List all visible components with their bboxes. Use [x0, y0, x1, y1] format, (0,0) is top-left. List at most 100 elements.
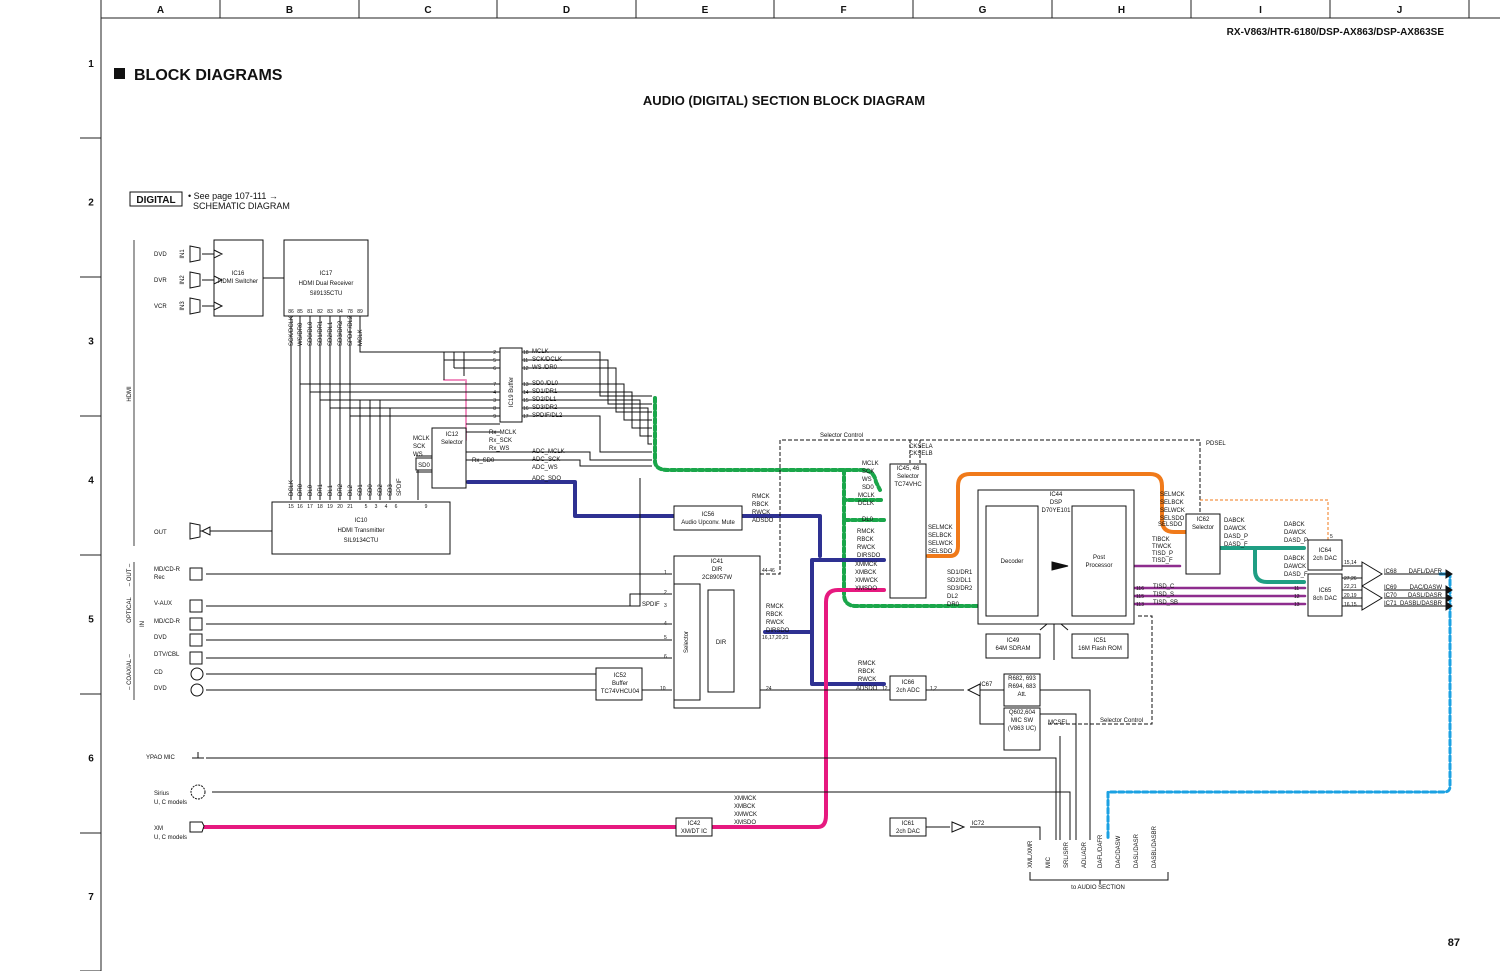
- ic17-pin-signal: SD1/DR1: [318, 320, 324, 346]
- dac-pin-num: 16,15: [1344, 602, 1357, 608]
- ic64-in-signal: DASD_P: [1284, 538, 1308, 544]
- bottom-signal: DASBL/DASBR: [1152, 825, 1158, 868]
- ic10-pin-signal: SD3: [388, 484, 394, 496]
- ic12-in-signal: MCLK: [413, 436, 430, 442]
- ic51-label: 16M Flash ROM: [1078, 646, 1122, 652]
- ic62-in-signal: SELWCK: [1160, 508, 1185, 514]
- bottom-signal: SRL/SRR: [1064, 841, 1070, 868]
- ic67-tri: [966, 683, 981, 697]
- grid-col-label: I: [1259, 5, 1262, 16]
- coax-cd-connector: [190, 667, 204, 681]
- ic12-out-signal: Rx_MCLK: [489, 430, 516, 436]
- ic56-box: [673, 505, 743, 531]
- hdmi-in1-connector: [189, 245, 201, 263]
- ic56-adsdo: ADSDO: [752, 518, 774, 524]
- ic66-pin: 1,2: [930, 686, 937, 692]
- pdsel-label: PDSEL: [1206, 441, 1226, 447]
- grid-row-label: 4: [88, 476, 94, 487]
- dsp-out-bot: TISD_C: [1153, 584, 1175, 590]
- ic19-out-signal: SD3/DR2: [532, 405, 558, 411]
- grid-col-label: D: [563, 5, 570, 16]
- ic45-in-xm: XMBCK: [855, 570, 876, 576]
- ic62-out-signal: DASD_F: [1224, 542, 1248, 548]
- optical-label: DTV/CBL: [154, 652, 180, 658]
- ic19-in-num: 6: [493, 366, 496, 372]
- ic66-pin2: 12: [882, 686, 888, 692]
- page-number: 87: [1448, 937, 1460, 949]
- ic19-in-num: 9: [493, 414, 496, 420]
- ic10-pin-signal: SD2: [378, 484, 384, 496]
- ic10-pin-num: 9: [425, 504, 428, 510]
- dac-pin-num: 27,26: [1344, 576, 1357, 582]
- ic45-label: IC45, 46: [897, 466, 920, 472]
- ic62-out-signal: DASD_P: [1224, 534, 1248, 540]
- ic10-label: IC10: [355, 518, 368, 524]
- ic41-out-signal: RBCK: [766, 612, 783, 618]
- ic17-label: HDMI Dual Receiver: [299, 281, 354, 287]
- ic62-box: [1185, 513, 1221, 575]
- bottom-signal: DAC/DASW: [1116, 835, 1122, 868]
- ic67-label: IC67: [980, 682, 993, 688]
- bottom-signal: MIC: [1046, 856, 1052, 868]
- diagram-title: AUDIO (DIGITAL) SECTION BLOCK DIAGRAM: [643, 93, 925, 108]
- ic41-out-signal: DIRSDO: [766, 628, 790, 634]
- ic19-out-signal: WS /DR0: [532, 365, 558, 371]
- dsp-out-num: 115: [1136, 594, 1144, 600]
- ic19-out-signal: SD0 /DL0: [532, 381, 559, 387]
- ic19-in-num: 5: [493, 358, 496, 364]
- dac-pin-num: 20,19: [1344, 593, 1357, 599]
- ic41-out-signal: RWCK: [766, 620, 784, 626]
- ic19-out-signal: SD1/DR1: [532, 389, 558, 395]
- ic-boxes: [213, 239, 1343, 837]
- ic66-label: 2ch ADC: [896, 688, 920, 694]
- ic52-label: TC74VHCU04: [601, 689, 640, 695]
- xm-signal: XMSDO: [734, 820, 756, 826]
- ic62-out-signal: DAWCK: [1224, 526, 1246, 532]
- ic17-label: SiI9135CTU: [310, 291, 343, 297]
- ic10-label: SIL9134CTU: [344, 538, 379, 544]
- ic65-pin-num: 12: [1294, 594, 1300, 600]
- ic44-label: IC44: [1050, 492, 1063, 498]
- ic17-label: IC17: [320, 271, 333, 277]
- ic19-out-num: 12: [523, 366, 529, 372]
- selector-control-2: Selector Control: [1100, 718, 1143, 724]
- ic10-pin-num: 21: [347, 504, 353, 510]
- dsp-out-top: TIBCK: [1152, 537, 1170, 543]
- optical-label: V-AUX: [154, 601, 172, 607]
- dac-out-signal: DAFL/DAFR: [1409, 569, 1443, 575]
- spdif-label: SPDIF: [642, 602, 660, 608]
- ic45-in-xm: XMWCK: [855, 578, 878, 584]
- ic10-pin-num: 5: [365, 504, 368, 510]
- ypao-label: YPAO MIC: [146, 755, 176, 761]
- ic41-label: DIR: [712, 567, 723, 573]
- hdmi-input-label: VCR: [154, 304, 167, 310]
- ic10-pin-num: 3: [375, 504, 378, 510]
- ic41-pin-num: 2: [664, 590, 667, 596]
- ic64-pin: 5: [1330, 534, 1333, 540]
- ic45-label: Selector: [897, 474, 919, 480]
- coax-label: DVD: [154, 686, 167, 692]
- grid-col-label: B: [286, 5, 293, 16]
- ic65-in-signal: DABCK: [1284, 556, 1305, 562]
- ic19-in-num: 3: [493, 398, 496, 404]
- to-audio-section: to AUDIO SECTION: [1071, 885, 1125, 891]
- bottom-signal: DASL/DASR: [1134, 833, 1140, 868]
- xm-signal: XMWCK: [734, 812, 757, 818]
- ic17-pin-num: 83: [327, 309, 333, 315]
- grid-col-label: F: [840, 5, 846, 16]
- ic61-label: 2ch DAC: [896, 829, 921, 835]
- ic19-label: IC19 Buffer: [509, 377, 515, 407]
- dac-pin-num: 15,14: [1344, 560, 1357, 566]
- ic45-in-xm: XMMCK: [855, 562, 877, 568]
- ic61-label: IC61: [902, 821, 915, 827]
- ic41-pin-num: 4: [664, 621, 667, 627]
- grid-col-label: C: [424, 5, 431, 16]
- ic10-pin-num: 18: [317, 504, 323, 510]
- sirius-connector: [190, 784, 206, 800]
- dsp-in-signal: SD1/DR1: [947, 570, 973, 576]
- ic65-label: 8ch DAC: [1313, 596, 1338, 602]
- ic41-pin-num: 24: [766, 686, 772, 692]
- ic45-in-dl0: DL0: [862, 517, 874, 523]
- hdmi-input-label: DVR: [154, 278, 167, 284]
- ic17-pin-signal: SD3/DR2: [338, 320, 344, 346]
